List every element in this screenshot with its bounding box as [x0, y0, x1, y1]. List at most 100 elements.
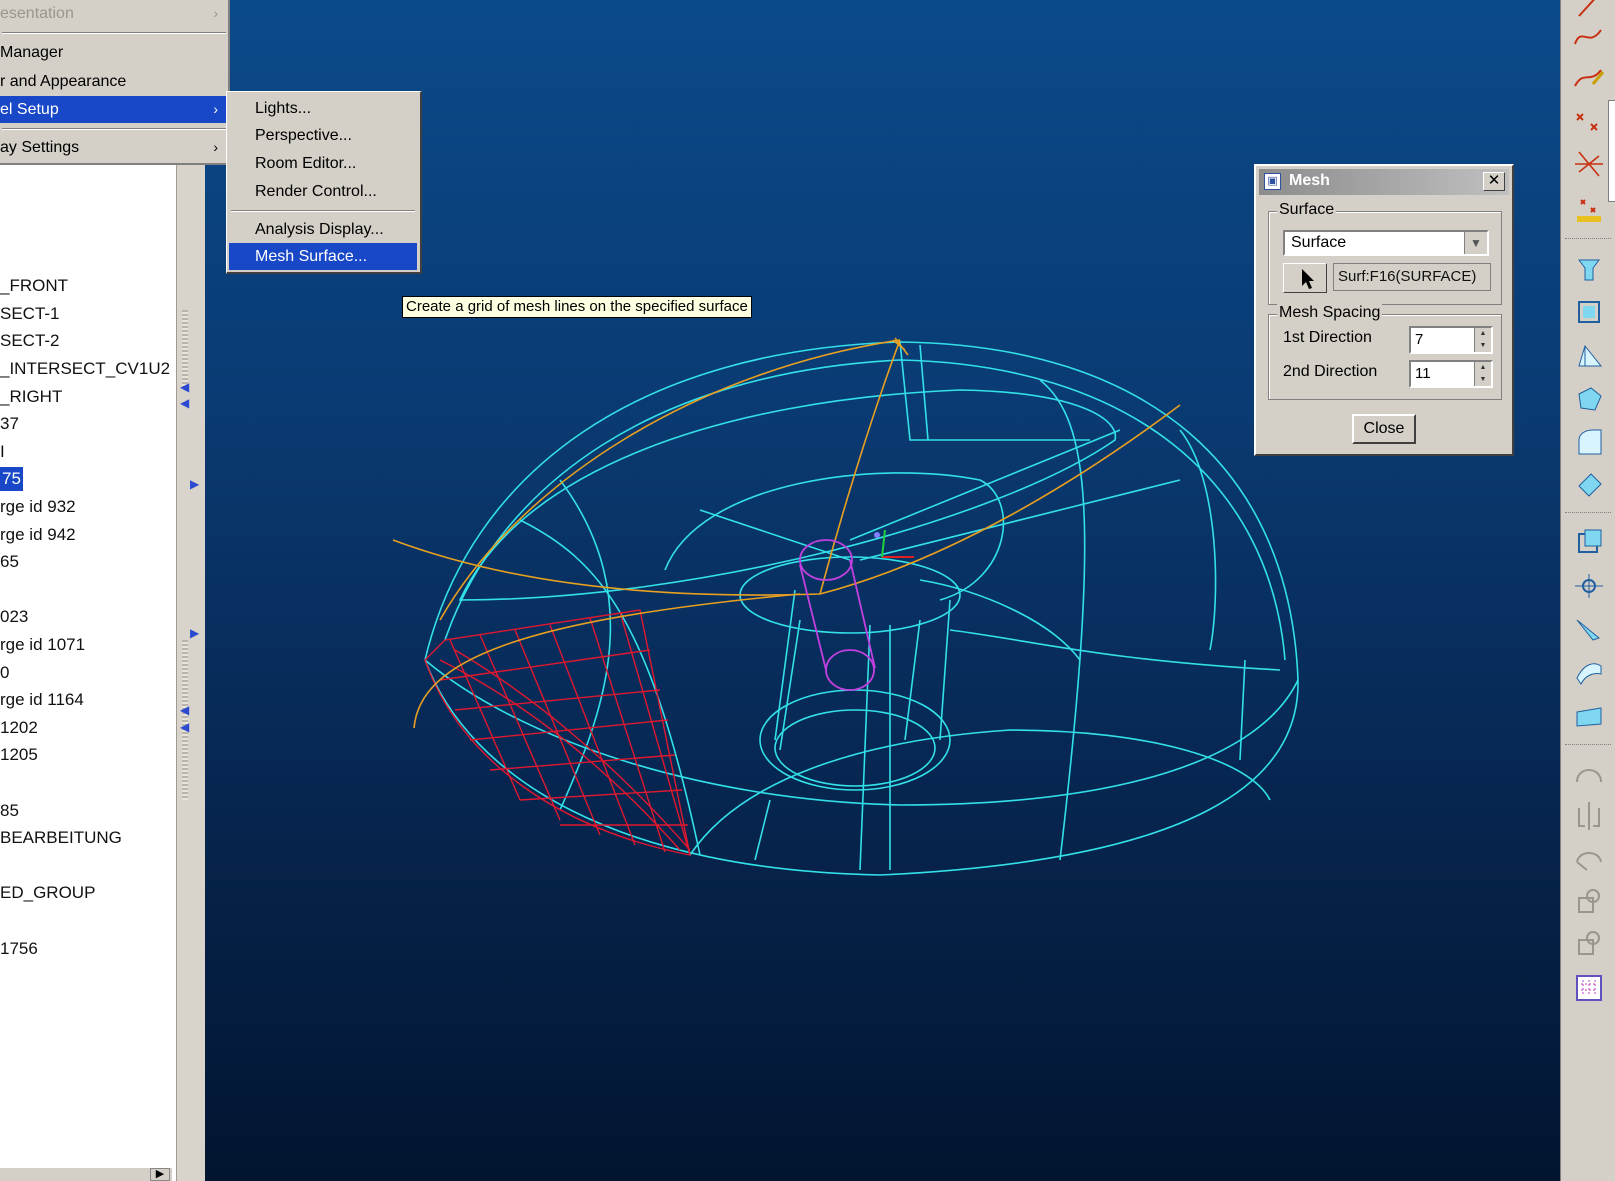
offset-icon[interactable]	[1571, 884, 1607, 920]
mesh-spacing-group: Mesh Spacing 1st Direction 7 ▲ ▼ 2nd Dir…	[1268, 304, 1502, 400]
boundary-blend-icon[interactable]	[1571, 654, 1607, 690]
curve-edit-icon[interactable]	[1571, 60, 1607, 96]
chevron-right-icon: ›	[213, 101, 218, 117]
tree-item[interactable]: _FRONT	[0, 274, 68, 298]
menu-item-display-settings[interactable]: ay Settings ›	[0, 134, 228, 161]
model-setup-submenu: Lights... Perspective... Room Editor... …	[226, 91, 422, 274]
mirror-icon[interactable]	[1571, 798, 1607, 834]
menu-item-appearance[interactable]: r and Appearance	[0, 68, 228, 95]
mesh-dialog: ▣ Mesh ✕ Surface Surface ▼ Surf:F16(SURF…	[1254, 164, 1514, 456]
select-surface-button[interactable]	[1283, 263, 1327, 293]
menu-item-representation: esentation ›	[0, 0, 228, 27]
submenu-item-analysis-display[interactable]: Analysis Display...	[229, 216, 417, 243]
revolve-icon[interactable]	[1571, 294, 1607, 330]
input-value: 7	[1415, 331, 1424, 348]
chamfer-icon[interactable]	[1571, 466, 1607, 502]
spline-icon[interactable]	[1571, 18, 1607, 54]
thicken-icon[interactable]	[1571, 926, 1607, 962]
second-direction-label: 2nd Direction	[1283, 363, 1378, 380]
tree-item[interactable]: 85	[0, 799, 19, 823]
first-direction-label: 1st Direction	[1283, 329, 1372, 346]
collapse-left-icon[interactable]: ◀	[180, 703, 189, 717]
spinner[interactable]: ▲ ▼	[1474, 362, 1491, 386]
datum-point-icon[interactable]	[1571, 104, 1607, 140]
tree-item[interactable]: 023	[0, 605, 28, 629]
surface-icon[interactable]	[1571, 698, 1607, 734]
datum-point-offset-icon[interactable]	[1571, 146, 1607, 182]
trim-icon[interactable]	[1571, 756, 1607, 792]
menu-separator	[2, 32, 226, 34]
toolbar-separator	[1565, 512, 1611, 513]
tree-item-selected[interactable]: 75	[0, 467, 23, 491]
tree-item[interactable]: rge id 942	[0, 523, 76, 547]
submenu-item-lights[interactable]: Lights...	[229, 95, 417, 122]
spin-up-icon[interactable]: ▲	[1475, 328, 1491, 340]
tree-item[interactable]: rge id 1071	[0, 633, 85, 657]
submenu-item-room-editor[interactable]: Room Editor...	[229, 150, 417, 177]
tree-item[interactable]: _INTERSECT_CV1U2	[0, 357, 170, 381]
menu-item-label: r and Appearance	[0, 73, 127, 90]
tree-splitter[interactable]	[176, 160, 205, 1181]
tree-item[interactable]: SECT-2	[0, 329, 60, 353]
spin-down-icon[interactable]: ▼	[1475, 374, 1491, 386]
tree-item[interactable]: I	[0, 440, 5, 464]
sweep-icon[interactable]	[1571, 338, 1607, 374]
submenu-item-perspective[interactable]: Perspective...	[229, 122, 417, 149]
first-direction-input[interactable]: 7 ▲ ▼	[1409, 326, 1493, 354]
surface-reference-field[interactable]: Surf:F16(SURFACE)	[1333, 263, 1491, 291]
surface-group: Surface Surface ▼ Surf:F16(SURFACE)	[1268, 201, 1502, 305]
tree-horizontal-scrollbar[interactable]	[0, 1168, 172, 1181]
tree-item[interactable]: 1756	[0, 937, 38, 961]
submenu-item-mesh-surface[interactable]: Mesh Surface...	[229, 243, 417, 270]
draft-icon[interactable]	[1571, 610, 1607, 646]
spin-down-icon[interactable]: ▼	[1475, 340, 1491, 352]
merge-icon[interactable]	[1571, 842, 1607, 878]
close-button[interactable]: Close	[1352, 414, 1416, 444]
mesh-grid-icon[interactable]	[1571, 970, 1607, 1006]
tree-item[interactable]: BEARBEITUNG	[0, 826, 122, 850]
close-icon[interactable]: ✕	[1483, 172, 1505, 191]
tree-item[interactable]: 1202	[0, 716, 38, 740]
tree-item[interactable]: 1205	[0, 743, 38, 767]
window-edge	[1608, 100, 1615, 202]
tree-item[interactable]: rge id 1164	[0, 688, 84, 712]
group-label: Mesh Spacing	[1277, 304, 1383, 322]
spinner[interactable]: ▲ ▼	[1474, 328, 1491, 352]
dialog-titlebar[interactable]: ▣ Mesh ✕	[1259, 169, 1509, 195]
splitter-grip[interactable]	[182, 310, 188, 390]
collapse-left-icon[interactable]: ◀	[180, 720, 189, 734]
scroll-right-icon[interactable]: ▶	[150, 1168, 170, 1181]
tree-item[interactable]: rge id 932	[0, 495, 76, 519]
collapse-left-icon[interactable]: ◀	[180, 396, 189, 410]
tree-item[interactable]: 0	[0, 661, 9, 685]
collapse-left-icon[interactable]: ◀	[180, 380, 189, 394]
menu-separator	[2, 128, 226, 130]
tree-item[interactable]: _RIGHT	[0, 385, 62, 409]
submenu-item-render-control[interactable]: Render Control...	[229, 178, 417, 205]
menu-item-label: Manager	[0, 44, 64, 61]
toolbar-separator	[1565, 238, 1611, 239]
extrude-icon[interactable]	[1571, 252, 1607, 288]
shell-icon[interactable]	[1571, 524, 1607, 560]
second-direction-input[interactable]: 11 ▲ ▼	[1409, 360, 1493, 388]
tree-item[interactable]: 37	[0, 412, 19, 436]
view-menu: esentation › Manager r and Appearance el…	[0, 0, 230, 165]
pattern-icon[interactable]	[1571, 568, 1607, 604]
menu-item-model-setup[interactable]: el Setup ›	[0, 96, 228, 123]
menu-item-label: esentation	[0, 5, 74, 22]
blend-icon[interactable]	[1571, 380, 1607, 416]
group-label: Surface	[1277, 201, 1337, 219]
tree-item[interactable]: 65	[0, 550, 19, 574]
expand-right-icon[interactable]: ▶	[190, 477, 199, 491]
tree-item[interactable]: ED_GROUP	[0, 881, 95, 905]
model-tree[interactable]: _FRONT SECT-1 SECT-2 _INTERSECT_CV1U2 _R…	[0, 160, 176, 1181]
expand-right-icon[interactable]: ▶	[190, 626, 199, 640]
menu-item-manager[interactable]: Manager	[0, 39, 228, 66]
spin-up-icon[interactable]: ▲	[1475, 362, 1491, 374]
chevron-down-icon[interactable]: ▼	[1464, 232, 1487, 254]
menu-item-label: el Setup	[0, 101, 59, 118]
round-icon[interactable]	[1571, 424, 1607, 460]
tree-item[interactable]: SECT-1	[0, 302, 60, 326]
surface-type-select[interactable]: Surface ▼	[1283, 230, 1489, 256]
point-array-icon[interactable]	[1571, 190, 1607, 226]
